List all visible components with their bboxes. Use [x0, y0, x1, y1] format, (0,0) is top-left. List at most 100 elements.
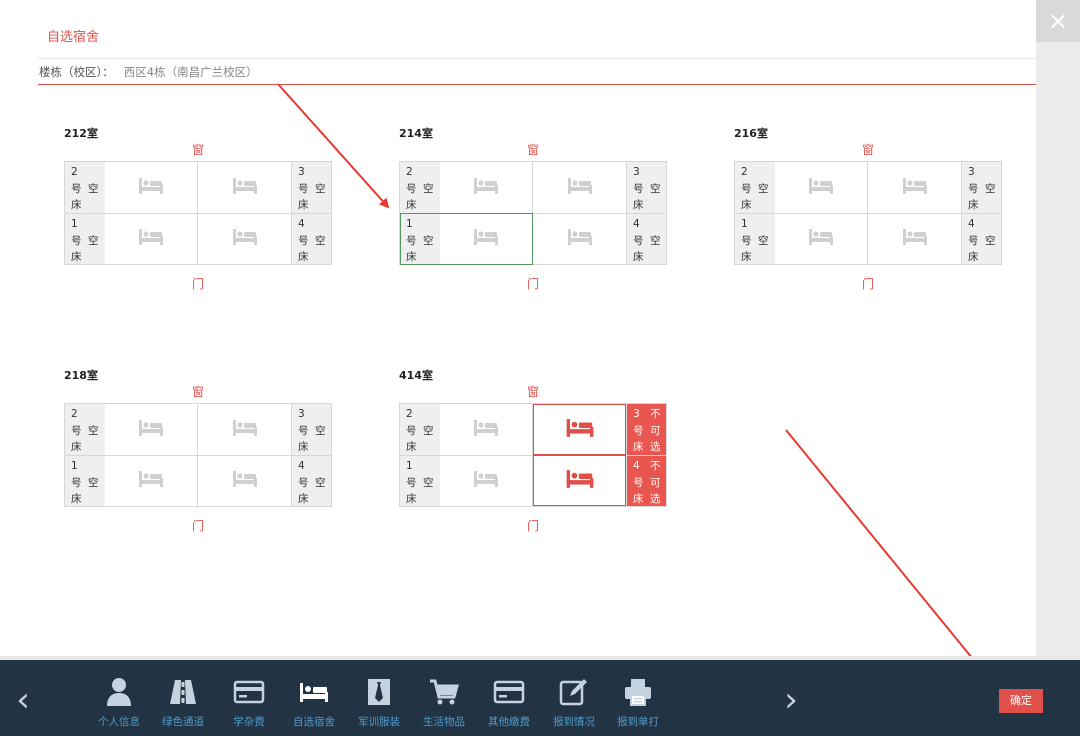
bed-cell[interactable]	[775, 162, 868, 213]
nav-item[interactable]: 报到单打	[607, 676, 669, 729]
bottom-nav-bar: ‹ › 个人信息 绿色通道 学杂费 自选宿舍 军训服装 生活物品 其他缴费 报到情况 报到单打	[0, 656, 1080, 736]
bed-chuang-label: 床	[71, 199, 82, 211]
bed-cell-unavailable	[533, 404, 626, 455]
title-divider	[38, 58, 1036, 59]
bed-label[interactable]: 3 号空床	[291, 404, 331, 455]
bed-cell[interactable]	[198, 213, 291, 264]
bed-hao-label: 号	[71, 476, 82, 489]
nav-item[interactable]: 个人信息	[88, 676, 150, 729]
bed-cell[interactable]	[105, 455, 198, 506]
room-name: 414室	[399, 369, 433, 382]
bed-label-unavailable: 3 号床 不可选	[626, 404, 666, 455]
bed-number: 4	[633, 460, 640, 472]
bed-icon	[473, 470, 499, 492]
room-card: 216室窗 2 号空床 3 号空床 1 号空床 4 号空床门	[734, 125, 1002, 295]
bed-hao-label: 号	[633, 476, 644, 489]
bed-label[interactable]: 4 号空床	[291, 213, 331, 264]
nav-item[interactable]: 军训服装	[348, 676, 410, 729]
bed-status-char: 选	[650, 441, 661, 453]
bed-number: 4	[298, 218, 305, 230]
bed-number: 2	[406, 166, 413, 178]
edit-icon	[558, 676, 590, 708]
bed-label[interactable]: 4 号空床	[626, 213, 666, 264]
window-label: 窗	[191, 385, 204, 399]
bed-label-unavailable: 4 号床 不可选	[626, 455, 666, 506]
bed-chuang-label: 床	[406, 441, 417, 453]
bed-label[interactable]: 2 号空床	[735, 162, 775, 213]
bed-hao-label: 号	[71, 424, 82, 437]
bed-hao-label: 号	[71, 182, 82, 195]
bed-hao-label: 号	[298, 476, 309, 489]
bed-label[interactable]: 2 号空床	[65, 162, 105, 213]
bed-cell[interactable]	[440, 455, 533, 506]
bed-number: 1	[741, 218, 748, 230]
bed-cell[interactable]	[198, 162, 291, 213]
bed-label[interactable]: 1 号空床	[735, 213, 775, 264]
bed-hao-label: 号	[406, 182, 417, 195]
bed-label[interactable]: 1 号空床	[400, 455, 440, 506]
bed-empty-label: 空	[315, 182, 326, 195]
bed-cell[interactable]	[440, 162, 533, 213]
bed-empty-label: 空	[758, 182, 769, 195]
bed-chuang-label: 床	[298, 493, 309, 505]
confirm-button[interactable]: 确定	[999, 689, 1043, 713]
bed-cell[interactable]	[198, 404, 291, 455]
bed-label[interactable]: 3 号空床	[626, 162, 666, 213]
bed-icon	[138, 177, 164, 199]
dialog: 自选宿舍 楼栋（校区）： 西区4栋（南昌广兰校区） 212室窗 2 号空床 3 号空床 1 号…	[0, 0, 1036, 656]
nav-item[interactable]: 生活物品	[413, 676, 475, 729]
bed-cell[interactable]	[868, 213, 961, 264]
bed-cell[interactable]	[868, 162, 961, 213]
bed-label[interactable]: 2 号空床	[400, 404, 440, 455]
bed-empty-label: 空	[88, 234, 99, 247]
bed-cell[interactable]	[533, 213, 626, 264]
bed-label[interactable]: 2 号空床	[65, 404, 105, 455]
bed-cell[interactable]	[533, 162, 626, 213]
room-card: 214室窗 2 号空床 3 号空床 1 号空床 4 号空床门	[399, 125, 667, 295]
card-icon	[233, 676, 265, 708]
bed-label[interactable]: 1 号空床	[65, 213, 105, 264]
bed-number: 4	[633, 218, 640, 230]
bed-cell[interactable]	[105, 213, 198, 264]
bed-icon	[232, 419, 258, 441]
bed-icon	[138, 228, 164, 250]
nav-next-button[interactable]: ›	[776, 680, 806, 720]
nav-prev-button[interactable]: ‹	[8, 680, 38, 720]
bed-cell[interactable]	[105, 404, 198, 455]
nav-item[interactable]: 绿色通道	[152, 676, 214, 729]
bed-label[interactable]: 2 号空床	[400, 162, 440, 213]
nav-item[interactable]: 报到情况	[543, 676, 605, 729]
nav-item[interactable]: 自选宿舍	[283, 676, 345, 729]
bed-cell[interactable]	[105, 162, 198, 213]
bed-hao-label: 号	[968, 182, 979, 195]
bed-cell[interactable]	[440, 213, 533, 264]
bed-number: 2	[406, 408, 413, 420]
bed-grid: 2号空床3号空床1号空床4号空床	[399, 161, 667, 265]
bed-cell[interactable]	[775, 213, 868, 264]
nav-item[interactable]: 其他缴费	[478, 676, 540, 729]
window-label: 窗	[861, 143, 874, 157]
room-name: 218室	[64, 369, 98, 382]
bed-chuang-label: 床	[406, 251, 417, 263]
bed-label[interactable]: 3 号空床	[291, 162, 331, 213]
bed-cell[interactable]	[198, 455, 291, 506]
nav-item[interactable]: 学杂费	[218, 676, 280, 729]
bed-cell[interactable]	[440, 404, 533, 455]
bed-empty-label: 空	[315, 476, 326, 489]
bed-label[interactable]: 1 号空床	[65, 455, 105, 506]
bed-number: 4	[298, 460, 305, 472]
bed-label[interactable]: 1 号空床	[400, 213, 440, 264]
room-name: 216室	[734, 127, 768, 140]
bed-label[interactable]: 4 号空床	[961, 213, 1001, 264]
window-label: 窗	[191, 143, 204, 157]
bed-icon	[565, 418, 595, 442]
bed-label[interactable]: 4 号空床	[291, 455, 331, 506]
bed-hao-label: 号	[968, 234, 979, 247]
bed-number: 1	[406, 460, 413, 472]
bed-hao-label: 号	[298, 182, 309, 195]
bed-chuang-label: 床	[633, 251, 644, 263]
bed-hao-label: 号	[741, 234, 752, 247]
bed-label[interactable]: 3 号空床	[961, 162, 1001, 213]
close-button[interactable]: ×	[1036, 0, 1080, 42]
window-label: 窗	[526, 385, 539, 399]
